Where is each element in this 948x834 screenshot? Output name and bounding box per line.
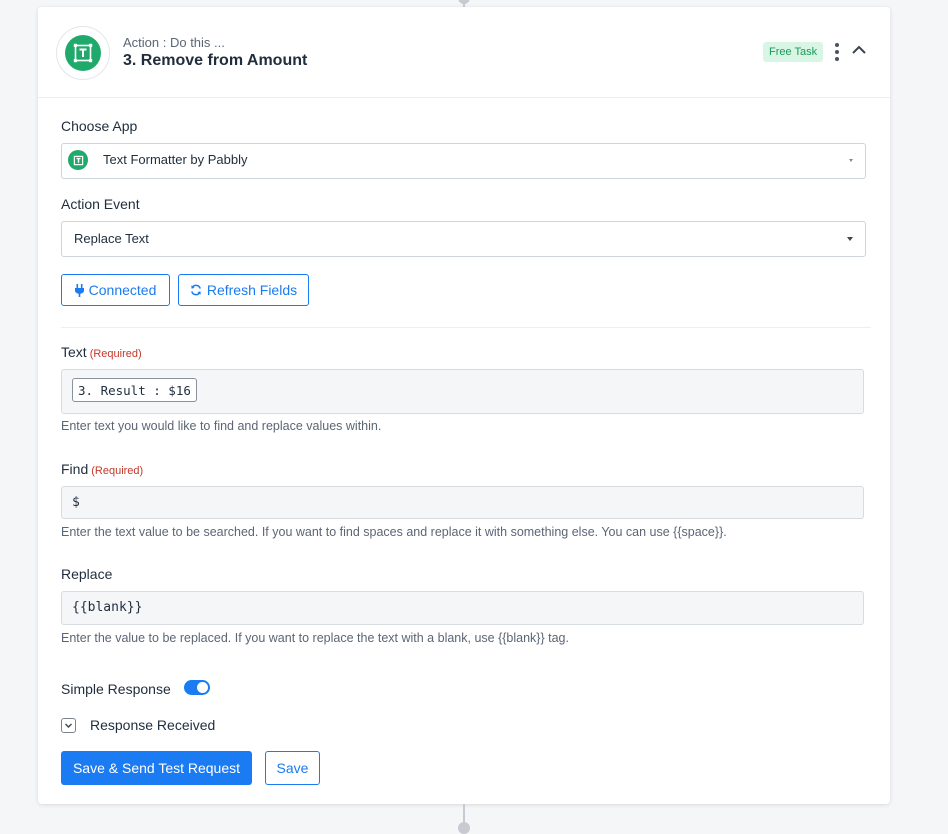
action-step-card: Action : Do this ... 3. Remove from Amou… — [38, 7, 890, 804]
flow-connector-dot-top — [458, 0, 470, 4]
simple-response-label: Simple Response — [61, 681, 171, 697]
response-expand-toggle[interactable] — [61, 718, 76, 733]
save-send-test-button[interactable]: Save & Send Test Request — [61, 751, 252, 785]
choose-app-select[interactable]: Text Formatter by Pabbly — [61, 143, 866, 179]
find-input-value: $ — [72, 495, 80, 510]
step-type-label: Action : Do this ... — [123, 35, 225, 50]
save-button-label: Save — [276, 760, 309, 776]
connected-button-label: Connected — [88, 282, 157, 298]
section-divider — [61, 327, 871, 328]
replace-input[interactable]: {{blank}} — [61, 591, 864, 625]
connected-button[interactable]: Connected — [61, 274, 170, 306]
find-input[interactable]: $ — [61, 486, 864, 519]
simple-response-toggle[interactable] — [184, 680, 210, 695]
mapped-field-token[interactable]: 3. Result : $16 — [72, 378, 197, 402]
chevron-up-icon[interactable] — [850, 41, 868, 59]
more-options-icon[interactable] — [833, 43, 841, 61]
text-field-label-text: Text — [61, 344, 87, 360]
app-logo — [56, 26, 110, 80]
refresh-icon — [190, 284, 201, 296]
required-marker: (Required) — [89, 348, 142, 360]
action-event-value: Replace Text — [74, 231, 149, 246]
action-event-label: Action Event — [61, 196, 140, 212]
text-help: Enter text you would like to find and re… — [61, 419, 382, 433]
find-field-label: Find (Required) — [61, 461, 143, 477]
card-header: Action : Do this ... 3. Remove from Amou… — [38, 7, 890, 98]
chevron-down-icon — [847, 237, 853, 241]
chevron-down-icon — [65, 723, 72, 728]
replace-input-value: {{blank}} — [72, 600, 143, 615]
required-marker: (Required) — [91, 465, 144, 477]
text-field-label: Text (Required) — [61, 344, 142, 360]
refresh-fields-button-label: Refresh Fields — [206, 282, 298, 298]
choose-app-value: Text Formatter by Pabbly — [103, 152, 248, 167]
choose-app-label: Choose App — [61, 118, 138, 134]
find-field-label-text: Find — [61, 461, 89, 477]
replace-field-label: Replace — [61, 566, 113, 582]
text-formatter-icon — [65, 35, 101, 71]
plug-icon — [74, 283, 84, 297]
refresh-fields-button[interactable]: Refresh Fields — [178, 274, 309, 306]
text-input[interactable]: 3. Result : $16 — [61, 369, 864, 414]
save-button[interactable]: Save — [265, 751, 320, 785]
text-formatter-small-icon — [68, 150, 88, 170]
replace-help: Enter the value to be replaced. If you w… — [61, 631, 569, 645]
free-task-badge: Free Task — [763, 42, 824, 62]
action-event-select[interactable]: Replace Text — [61, 221, 866, 257]
find-help: Enter the text value to be searched. If … — [61, 525, 727, 539]
flow-connector-dot-bottom — [458, 822, 470, 834]
response-received-label[interactable]: Response Received — [90, 717, 215, 733]
step-title[interactable]: 3. Remove from Amount — [123, 52, 307, 70]
chevron-down-icon — [849, 159, 853, 162]
toggle-knob — [197, 682, 208, 693]
